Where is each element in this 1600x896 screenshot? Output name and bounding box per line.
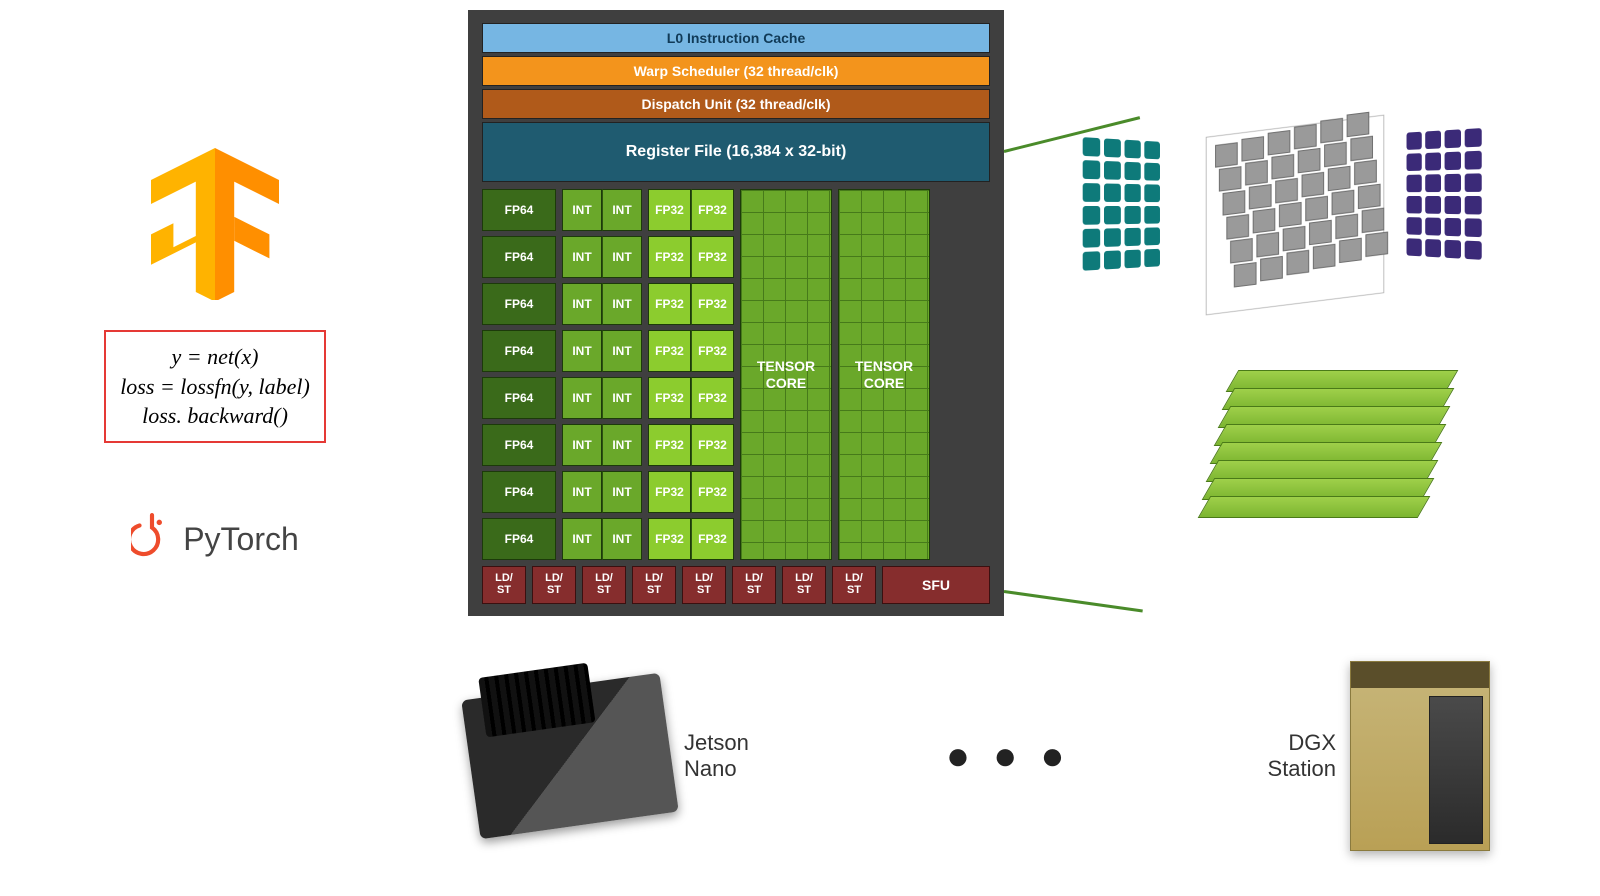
int-core: INT — [602, 471, 642, 513]
ldst-row: LD/ STLD/ STLD/ STLD/ STLD/ STLD/ STLD/ … — [478, 560, 994, 606]
fp32-core: FP32 — [691, 236, 734, 278]
input-matrix-a — [1083, 137, 1174, 275]
dgx-station-icon — [1350, 661, 1490, 851]
fp32-core: FP32 — [648, 330, 691, 372]
int-core: INT — [562, 424, 602, 466]
ldst-unit: LD/ ST — [582, 566, 626, 604]
dispatch-unit-row: Dispatch Unit (32 thread/clk) — [482, 89, 990, 119]
fp32-core: FP32 — [691, 518, 734, 560]
frameworks-column: y = net(x) loss = lossfn(y, label) loss.… — [60, 140, 370, 565]
fp64-core: FP64 — [482, 330, 556, 372]
ldst-unit: LD/ ST — [782, 566, 826, 604]
fp64-core: FP64 — [482, 189, 556, 231]
jetson-nano-label: Jetson Nano — [684, 730, 749, 783]
code-line: loss. backward() — [120, 401, 310, 431]
register-file-row: Register File (16,384 x 32-bit) — [482, 122, 990, 182]
int-core: INT — [602, 283, 642, 325]
fp32-core: FP32 — [648, 518, 691, 560]
fp32-core: FP32 — [648, 189, 691, 231]
sm-diagram: L0 Instruction Cache Warp Scheduler (32 … — [468, 10, 1004, 616]
ldst-unit: LD/ ST — [482, 566, 526, 604]
ellipsis-icon: ● ● ● — [946, 734, 1071, 779]
fp64-core: FP64 — [482, 424, 556, 466]
dgx-station-label: DGX Station — [1268, 730, 1337, 783]
ldst-unit: LD/ ST — [632, 566, 676, 604]
fp32-core: FP32 — [648, 471, 691, 513]
jetson-nano-icon — [461, 673, 679, 839]
tensor-core: TENSOR CORE — [838, 189, 930, 560]
fp32-core: FP32 — [691, 377, 734, 419]
product-cube — [1206, 115, 1385, 316]
fp32-core: FP32 — [648, 283, 691, 325]
pytorch-logo: PyTorch — [131, 513, 299, 565]
fp64-core: FP64 — [482, 236, 556, 278]
connector-line — [1004, 590, 1143, 612]
fp32-core: FP32 — [691, 471, 734, 513]
ldst-unit: LD/ ST — [532, 566, 576, 604]
warp-scheduler-row: Warp Scheduler (32 thread/clk) — [482, 56, 990, 86]
hardware-spectrum: Jetson Nano ● ● ● DGX Station — [470, 646, 1490, 866]
fp64-core: FP64 — [482, 471, 556, 513]
pytorch-label: PyTorch — [183, 521, 299, 558]
autodiff-code-block: y = net(x) loss = lossfn(y, label) loss.… — [104, 330, 326, 443]
int-core: INT — [602, 236, 642, 278]
ldst-unit: LD/ ST — [682, 566, 726, 604]
fp32-core: FP32 — [691, 424, 734, 466]
int-core: INT — [602, 189, 642, 231]
fp32-core: FP32 — [691, 189, 734, 231]
output-stack — [1200, 370, 1420, 540]
fp32-core: FP32 — [648, 424, 691, 466]
tensor-core: TENSOR CORE — [740, 189, 832, 560]
int-core: INT — [562, 330, 602, 372]
int-core: INT — [602, 424, 642, 466]
tensorflow-logo-icon — [135, 140, 295, 300]
int-core: INT — [562, 377, 602, 419]
int-core: INT — [562, 518, 602, 560]
fp64-core: FP64 — [482, 283, 556, 325]
jetson-nano: Jetson Nano — [470, 686, 749, 826]
code-line: y = net(x) — [120, 342, 310, 372]
sfu-unit: SFU — [882, 566, 990, 604]
int-core: INT — [562, 189, 602, 231]
int-core: INT — [602, 518, 642, 560]
input-matrix-b — [1407, 127, 1498, 265]
ldst-unit: LD/ ST — [832, 566, 876, 604]
core-grid: FP64FP64FP64FP64FP64FP64FP64FP64 INTINTI… — [478, 185, 994, 560]
code-line: loss = lossfn(y, label) — [120, 372, 310, 402]
int-core: INT — [562, 283, 602, 325]
dgx-station: DGX Station — [1268, 661, 1491, 851]
int-core: INT — [602, 377, 642, 419]
tensor-core-3d-icon — [1080, 110, 1500, 550]
fp32-core: FP32 — [648, 377, 691, 419]
l0-cache-row: L0 Instruction Cache — [482, 23, 990, 53]
fp64-core: FP64 — [482, 377, 556, 419]
int-core: INT — [562, 236, 602, 278]
fp32-core: FP32 — [648, 236, 691, 278]
fp32-core: FP32 — [691, 283, 734, 325]
int-core: INT — [602, 330, 642, 372]
fp64-core: FP64 — [482, 518, 556, 560]
ldst-unit: LD/ ST — [732, 566, 776, 604]
int-core: INT — [562, 471, 602, 513]
fp32-core: FP32 — [691, 330, 734, 372]
